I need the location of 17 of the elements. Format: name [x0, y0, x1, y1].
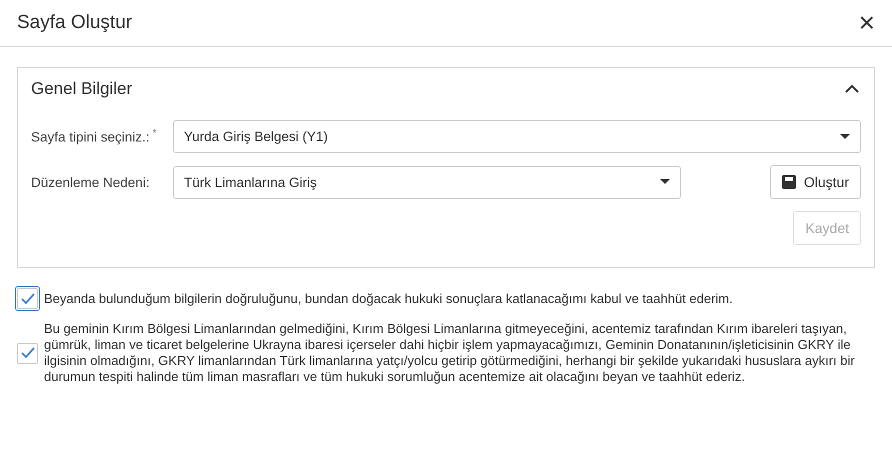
create-button[interactable]: Oluştur [770, 165, 861, 199]
caret-icon [840, 134, 850, 140]
agreement-text: Bu geminin Kırım Bölgesi Limanlarından gelmediğini, Kırım Bölgesi Limanlarına gitmeyeceğini, acentemiz tarafından Kırım ibareleri taşıyan, gümrük, liman ve ticaret belgelerine Ukrayna ibaresi içerseler dahi hiçbir işlem yapmayacağımızı, Geminin Donatanının/işleticisinin GKRY ile ilgisinin olmadığını, GKRY limanlarından Türk limanlarına yatçı/yolcu getirip götürmediğini, herhangi bir şekilde yukarıdaki hususlara aykırı bir durumun tespiti halinde tüm liman masrafları ve tüm hukuki sorumluğun acentemize ait olacağını beyan ve taahhüt ederiz. [44, 321, 856, 385]
agreement-text: Beyanda bulunduğum bilgilerin doğruluğunu, bundan doğacak hukuki sonuçlara katlanacağımı kabul ve taahhüt ederim. [44, 290, 733, 306]
panel-title: Genel Bilgiler [31, 79, 132, 99]
field-label: Sayfa tipini seçiniz.: $^{*}$ [31, 128, 158, 145]
field-label: Düzenleme Nedeni: [31, 174, 151, 190]
dialog-title: Sayfa Oluştur [17, 12, 132, 34]
check-icon [20, 347, 34, 359]
close-button[interactable]: × [858, 9, 875, 37]
select-field[interactable]: Türk Limanlarına Giriş [173, 166, 681, 198]
caret-icon [660, 179, 670, 185]
checkbox[interactable] [17, 342, 38, 364]
save-icon [782, 175, 796, 189]
select-field[interactable]: Yurda Giriş Belgesi (Y1) [172, 120, 861, 153]
required-mark: * [152, 128, 156, 140]
check-icon [20, 292, 34, 304]
